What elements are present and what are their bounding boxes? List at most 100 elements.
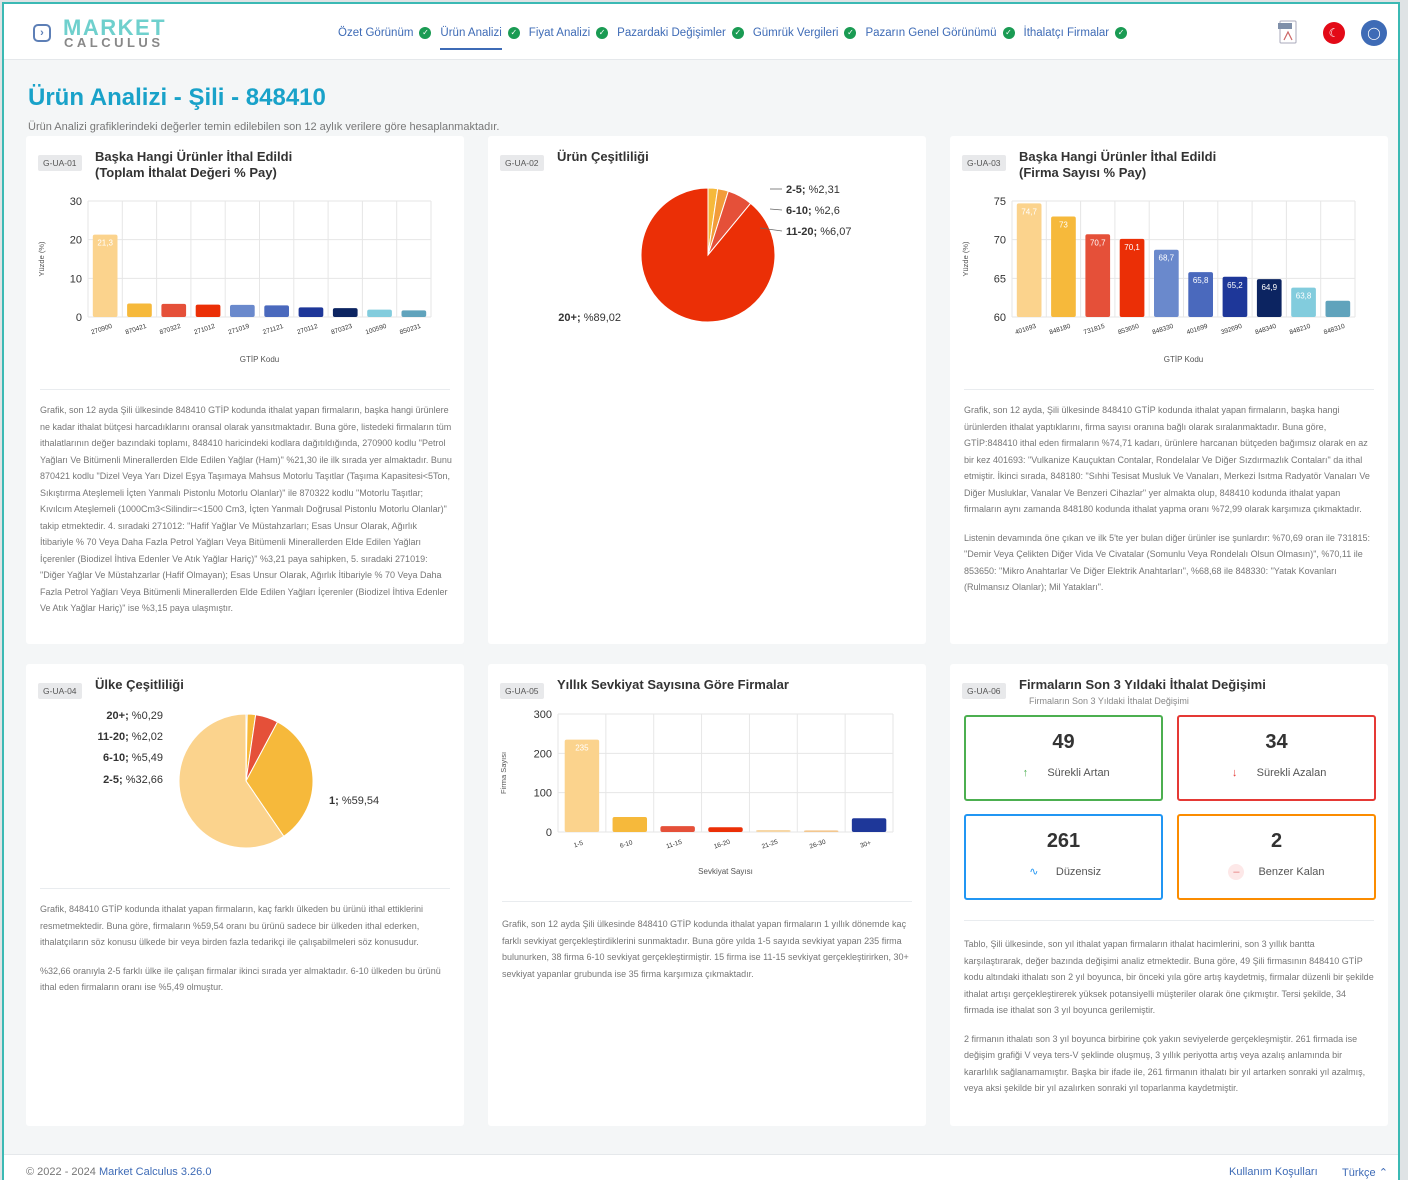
bar bbox=[660, 826, 695, 832]
y-axis-label: Yüzde (%) bbox=[37, 241, 46, 277]
y-tick-label: 200 bbox=[534, 748, 552, 760]
card-title: Ülke Çeşitliliği bbox=[95, 677, 184, 692]
card-g-ua-01: G-UA-01 Başka Hangi Ürünler İthal Edildi… bbox=[26, 136, 464, 644]
x-tick-label: 21-25 bbox=[761, 839, 779, 851]
chart-g-ua-05: 0 100 200 300 235 1-5 6-10 11-15 16-20 21-25 26-30… bbox=[499, 709, 894, 876]
card-g-ua-06: G-UA-06 Firmaların Son 3 Yıldaki İthalat… bbox=[950, 664, 1388, 1126]
nav-gumruk-vergileri[interactable]: Gümrük Vergileri ✓ bbox=[753, 22, 857, 44]
bar bbox=[851, 818, 887, 832]
y-tick-label: 70 bbox=[994, 235, 1006, 247]
card-tag: G-UA-03 bbox=[962, 155, 1006, 171]
x-tick-label: 731815 bbox=[1083, 323, 1106, 336]
stat-duzensiz[interactable]: 261 ∿ Düzensiz bbox=[964, 814, 1163, 900]
x-axis-label: Sevkiyat Sayısı bbox=[698, 867, 753, 876]
card-title: Ürün Çeşitliliği bbox=[557, 149, 649, 164]
data-label: 74,7 bbox=[1021, 207, 1037, 216]
card-tag: G-UA-02 bbox=[500, 155, 544, 171]
stat-surekli-artan[interactable]: 49 ↑ Sürekli Artan bbox=[964, 715, 1163, 801]
stat-value: 261 bbox=[1046, 830, 1081, 852]
check-icon: ✓ bbox=[507, 27, 520, 39]
data-label: 68,7 bbox=[1159, 254, 1175, 263]
top-navbar: › MARKET CALCULUS Özet Görünüm ✓ Ürün Ana… bbox=[4, 4, 1398, 60]
pie-label: 6-10; %5,49 bbox=[103, 752, 163, 764]
y-tick-label: 75 bbox=[994, 196, 1006, 208]
app-frame: › MARKET CALCULUS Özet Görünüm ✓ Ürün Ana… bbox=[2, 2, 1400, 1180]
bar bbox=[756, 830, 791, 832]
nav-pazarin-genel-gorunumu[interactable]: Pazarın Genel Görünümü ✓ bbox=[865, 22, 1015, 44]
arrow-up-icon: ↑ bbox=[1022, 767, 1029, 779]
x-tick-label: 401693 bbox=[1014, 323, 1037, 336]
pie-slice bbox=[640, 187, 776, 323]
data-label: 235 bbox=[575, 744, 589, 753]
x-tick-label: 853650 bbox=[1117, 323, 1140, 336]
check-icon: ✓ bbox=[1115, 27, 1128, 39]
y-tick-label: 100 bbox=[534, 788, 552, 800]
bar bbox=[127, 303, 152, 317]
nav-pazardaki-degisimler[interactable]: Pazardaki Değişimler ✓ bbox=[617, 22, 744, 44]
y-axis-label: Yüzde (%) bbox=[961, 241, 970, 277]
nav-urun-analizi[interactable]: Ürün Analizi ✓ bbox=[440, 22, 520, 50]
data-label: 21,3 bbox=[97, 239, 113, 248]
check-icon: ✓ bbox=[844, 27, 857, 39]
card-title: Firmaların Son 3 Yıldaki İthalat Değişim… bbox=[1019, 677, 1266, 692]
x-tick-label: 848340 bbox=[1254, 323, 1277, 336]
card-description: Grafik, son 12 ayda Şili ülkesinde 84841… bbox=[502, 919, 909, 979]
pulse-icon: ∿ bbox=[1029, 866, 1039, 878]
check-icon: ✓ bbox=[419, 27, 432, 39]
user-icon[interactable]: ◯ bbox=[1361, 20, 1387, 46]
bar bbox=[1016, 203, 1042, 317]
pie-label: 20+; %89,02 bbox=[558, 312, 621, 324]
pie-label: 11-20; %2,02 bbox=[98, 731, 163, 743]
card-title: Yıllık Sevkiyat Sayısına Göre Firmalar bbox=[557, 677, 789, 692]
bar bbox=[230, 304, 255, 317]
x-tick-label: 271019 bbox=[227, 323, 250, 336]
chart-g-ua-03: 60 65 70 75 74,7 401693 73 848180 70,7 731815 70,1… bbox=[961, 196, 1356, 364]
stat-surekli-azalan[interactable]: 34 ↓ Sürekli Azalan bbox=[1177, 715, 1376, 801]
main-nav: Özet Görünüm ✓ Ürün Analizi ✓ Fiyat Analiz… bbox=[338, 22, 1136, 50]
x-tick-label: 848330 bbox=[1151, 323, 1174, 336]
y-tick-label: 20 bbox=[70, 235, 82, 247]
footer: © 2022 - 2024 Market Calculus 3.26.0 Kul… bbox=[4, 1154, 1398, 1180]
nav-ithalatci-firmalar[interactable]: İthalatçı Firmalar ✓ bbox=[1024, 22, 1128, 44]
card-subtitle: Firmaların Son 3 Yıldaki İthalat Değişim… bbox=[1029, 696, 1189, 706]
y-tick-label: 30 bbox=[70, 196, 82, 208]
footer-brand-link[interactable]: Market Calculus 3.26.0 bbox=[99, 1166, 212, 1178]
terms-link[interactable]: Kullanım Koşulları bbox=[1229, 1166, 1318, 1178]
chart-g-ua-04: 20+; %0,29 11-20; %2,02 6-10; %5,49 2-5; %3… bbox=[98, 710, 379, 849]
card-tag: G-UA-01 bbox=[38, 155, 82, 171]
bar bbox=[401, 310, 427, 317]
x-tick-label: 26-30 bbox=[809, 839, 827, 851]
bar bbox=[612, 817, 648, 832]
x-tick-label: 848310 bbox=[1323, 323, 1346, 336]
y-tick-label: 65 bbox=[994, 273, 1006, 285]
stat-benzer-kalan[interactable]: 2 – Benzer Kalan bbox=[1177, 814, 1376, 900]
bar bbox=[367, 309, 392, 317]
stat-value: 2 bbox=[1270, 830, 1283, 852]
nav-fiyat-analizi[interactable]: Fiyat Analizi ✓ bbox=[529, 22, 609, 44]
x-tick-label: 1-5 bbox=[573, 840, 584, 850]
nav-ozet-gorunum[interactable]: Özet Görünüm ✓ bbox=[338, 22, 432, 44]
bar bbox=[708, 827, 743, 832]
minus-icon: – bbox=[1228, 864, 1245, 880]
pie-label: 2-5; %2,31 bbox=[786, 184, 840, 196]
divider bbox=[964, 389, 1374, 390]
bar bbox=[161, 303, 187, 317]
pie-label: 2-5; %32,66 bbox=[103, 774, 163, 786]
x-axis-label: GTİP Kodu bbox=[240, 355, 279, 364]
x-tick-label: 100590 bbox=[365, 323, 388, 336]
language-selector[interactable]: Türkçe ⌃ bbox=[1342, 1166, 1388, 1179]
y-tick-label: 10 bbox=[70, 273, 82, 285]
page-subtitle: Ürün Analizi grafiklerindeki değerler te… bbox=[28, 121, 500, 133]
x-tick-label: 870323 bbox=[330, 323, 353, 336]
turkey-flag-icon[interactable]: ☾ bbox=[1323, 22, 1345, 44]
sidebar-toggle-icon[interactable]: › bbox=[33, 24, 51, 42]
check-icon: ✓ bbox=[1002, 27, 1015, 39]
x-tick-label: 270112 bbox=[296, 323, 319, 336]
x-tick-label: 11-15 bbox=[665, 839, 683, 851]
bar bbox=[803, 830, 839, 832]
stat-value: 34 bbox=[1265, 731, 1288, 753]
divider bbox=[502, 901, 912, 902]
divider bbox=[40, 389, 450, 390]
pdf-icon[interactable] bbox=[1278, 20, 1298, 44]
check-icon: ✓ bbox=[596, 27, 609, 39]
